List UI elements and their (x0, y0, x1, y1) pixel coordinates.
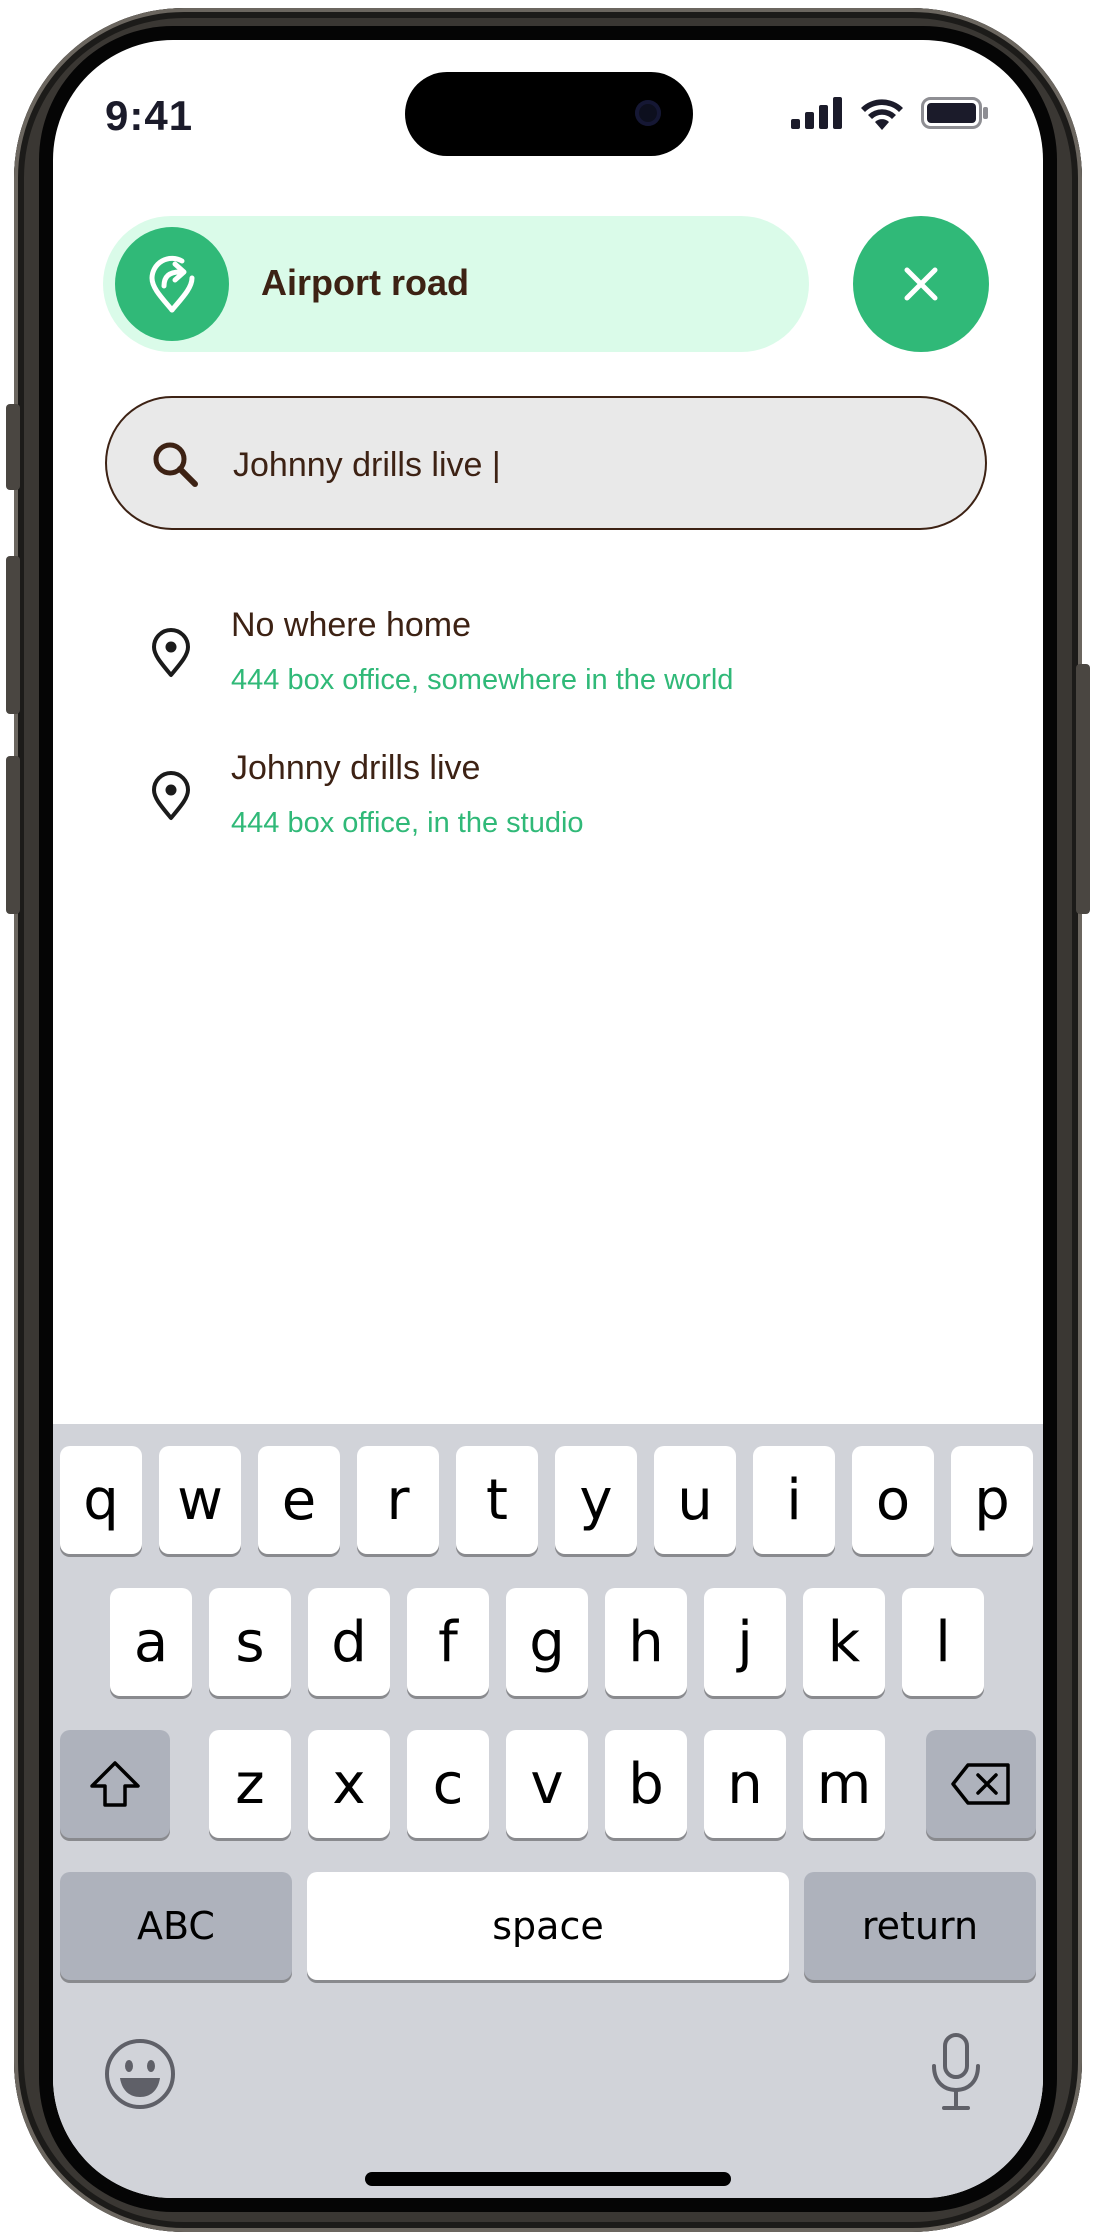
route-icon-button (115, 227, 229, 341)
wifi-icon (861, 99, 903, 130)
key-w[interactable]: w (159, 1446, 241, 1554)
microphone-icon[interactable] (928, 2032, 984, 2112)
close-icon (904, 267, 938, 301)
search-icon (153, 442, 198, 487)
key-p[interactable]: p (951, 1446, 1033, 1554)
emoji-icon[interactable] (103, 2037, 177, 2111)
result-title: Johnny drills live (231, 749, 481, 787)
volume-up-button (6, 556, 20, 714)
key-q[interactable]: q (60, 1446, 142, 1554)
key-i[interactable]: i (753, 1446, 835, 1554)
result-title: No where home (231, 606, 472, 644)
key-f[interactable]: f (407, 1588, 489, 1696)
route-pill[interactable]: Airport road (103, 216, 809, 352)
key-t[interactable]: t (456, 1446, 538, 1554)
battery-icon (921, 97, 988, 129)
status-time: 9:41 (105, 92, 194, 139)
key-s[interactable]: s (209, 1588, 291, 1696)
volume-down-button (6, 756, 20, 914)
screen: 9:41 Airport road Johnny drills live | N… (53, 40, 1043, 2198)
list-item[interactable]: No where home 444 box office, somewhere … (53, 590, 1043, 710)
power-button (1076, 664, 1090, 914)
key-l[interactable]: l (902, 1588, 984, 1696)
delete-key[interactable] (926, 1730, 1036, 1838)
key-v[interactable]: v (506, 1730, 588, 1838)
key-k[interactable]: k (803, 1588, 885, 1696)
return-key[interactable]: return (804, 1872, 1036, 1980)
status-icons (791, 96, 989, 130)
key-h[interactable]: h (605, 1588, 687, 1696)
key-n[interactable]: n (704, 1730, 786, 1838)
shift-key[interactable] (60, 1730, 170, 1838)
dynamic-island (405, 72, 693, 156)
close-button[interactable] (853, 216, 989, 352)
key-y[interactable]: y (555, 1446, 637, 1554)
key-x[interactable]: x (308, 1730, 390, 1838)
search-input[interactable]: Johnny drills live | (105, 396, 987, 530)
key-e[interactable]: e (258, 1446, 340, 1554)
shift-icon (90, 1761, 140, 1807)
search-input-value: Johnny drills live | (233, 446, 501, 484)
route-label: Airport road (261, 262, 470, 303)
signal-icon (791, 97, 842, 129)
home-indicator (365, 2172, 731, 2186)
space-key[interactable]: space (307, 1872, 789, 1980)
camera-icon (635, 100, 661, 126)
key-c[interactable]: c (407, 1730, 489, 1838)
key-g[interactable]: g (506, 1588, 588, 1696)
list-item[interactable]: Johnny drills live 444 box office, in th… (53, 733, 1043, 853)
key-j[interactable]: j (704, 1588, 786, 1696)
key-z[interactable]: z (209, 1730, 291, 1838)
key-m[interactable]: m (803, 1730, 885, 1838)
key-a[interactable]: a (110, 1588, 192, 1696)
location-pin-icon (152, 771, 190, 820)
keyboard: q w e r t y u i o p a s d f g h j k l z … (53, 1424, 1043, 2198)
key-u[interactable]: u (654, 1446, 736, 1554)
directions-pin-icon (149, 255, 195, 313)
key-o[interactable]: o (852, 1446, 934, 1554)
abc-key[interactable]: ABC (60, 1872, 292, 1980)
key-r[interactable]: r (357, 1446, 439, 1554)
result-address: 444 box office, in the studio (231, 807, 584, 839)
key-b[interactable]: b (605, 1730, 687, 1838)
result-address: 444 box office, somewhere in the world (231, 664, 734, 696)
action-button (6, 404, 20, 490)
location-pin-icon (152, 628, 190, 677)
backspace-icon (951, 1763, 1010, 1805)
key-d[interactable]: d (308, 1588, 390, 1696)
